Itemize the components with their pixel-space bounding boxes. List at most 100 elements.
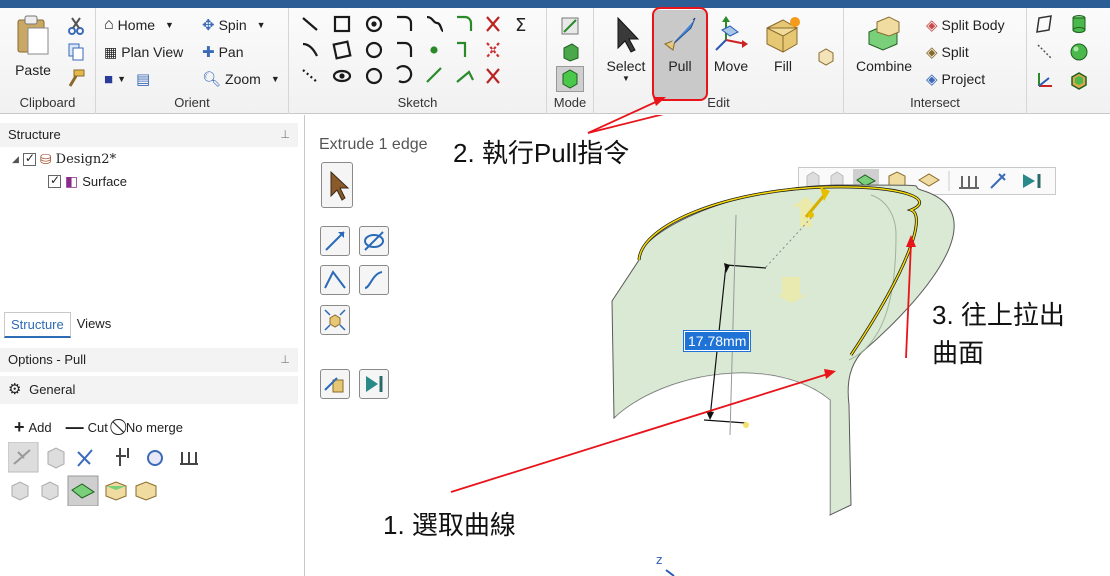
visibility-checkbox[interactable] xyxy=(22,151,36,166)
plan-view-button[interactable]: ▦ Plan View xyxy=(104,41,183,63)
chevron-down-icon: ▼ xyxy=(622,74,630,83)
mode-group-label: Mode xyxy=(553,95,587,110)
edit-group-label: Edit xyxy=(707,95,730,110)
title-bar-strip xyxy=(0,0,1110,8)
gear-icon: ⚙ xyxy=(8,381,22,398)
sketch-group-label: Sketch xyxy=(397,95,438,110)
edit-group: Select ▼ Pull Move Fill Edit xyxy=(594,8,844,114)
zoom-button[interactable]: 🔍︎ Zoom ▼ xyxy=(202,68,280,90)
fill-button[interactable]: Fill xyxy=(758,14,808,74)
chevron-down-icon: ▼ xyxy=(165,20,174,30)
pin-icon[interactable]: ⊥ xyxy=(280,348,290,372)
ribbon: Paste Clipboard ⌂ Home ▼ ▦ Plan View ■ ▼… xyxy=(0,8,1110,114)
annotation-step-2: 2. 執行Pull指令 xyxy=(453,138,630,168)
split-body-button[interactable]: ◈ Split Body xyxy=(926,14,1005,36)
cylinder-icon[interactable] xyxy=(1069,14,1089,34)
surface-icon: ◧ xyxy=(65,173,79,189)
dimension-input[interactable]: 17.78mm xyxy=(682,330,752,352)
add-option[interactable]: + Add xyxy=(14,417,52,438)
create-group xyxy=(1027,8,1110,114)
combine-button[interactable]: Combine xyxy=(852,14,916,74)
orient-group-label: Orient xyxy=(174,95,210,110)
general-section-header[interactable]: ⚙ General xyxy=(0,376,298,404)
zoom-icon: 🔍︎ xyxy=(202,71,222,88)
no-merge-option[interactable]: ⃠No merge xyxy=(122,419,183,437)
3d-viewport[interactable]: Extrude 1 edge z 17.78mm 2. 執行Pull指令 3. … xyxy=(306,115,1110,576)
anchor-point[interactable] xyxy=(743,422,749,428)
tree-item-surface[interactable]: ◧ Surface xyxy=(48,173,127,190)
mode-group: Mode xyxy=(547,8,594,114)
plane-icon[interactable] xyxy=(1035,14,1055,34)
options-panel-header: Options - Pull ⊥ xyxy=(0,348,298,372)
cube-view-icon: ■ xyxy=(104,70,114,88)
spin-icon: ✥ xyxy=(202,17,215,34)
origin-icon[interactable] xyxy=(1035,70,1055,90)
structure-panel-header: Structure ⊥ xyxy=(0,123,298,147)
visibility-checkbox[interactable] xyxy=(48,173,61,188)
clipboard-group-label: Clipboard xyxy=(19,95,76,110)
intersect-group: Combine ◈ Split Body ◈ Split ◈ Project I… xyxy=(844,8,1027,114)
cut-icon[interactable] xyxy=(66,16,86,36)
pull-icon xyxy=(663,17,696,51)
pan-icon: ✚ xyxy=(202,44,215,61)
paste-icon xyxy=(17,15,49,55)
shell-body-icon[interactable] xyxy=(1069,70,1089,90)
annotation-step-1: 1. 選取曲線 xyxy=(383,510,516,540)
fill-icon xyxy=(766,17,800,53)
intersect-group-label: Intersect xyxy=(910,95,960,110)
copy-icon[interactable] xyxy=(66,42,86,62)
spin-button[interactable]: ✥ Spin ▼ xyxy=(202,14,266,36)
orient-group: ⌂ Home ▼ ▦ Plan View ■ ▼ ▤ ✥ Spin ▼ ✚ Pan … xyxy=(96,8,289,114)
pin-icon[interactable]: ⊥ xyxy=(280,123,290,147)
select-arrow-icon xyxy=(617,16,640,53)
home-button[interactable]: ⌂ Home ▼ xyxy=(104,14,174,36)
section-mode-icon[interactable] xyxy=(560,42,580,62)
select-button[interactable]: Select ▼ xyxy=(602,14,650,83)
expand-icon[interactable]: ◢ xyxy=(12,154,19,165)
split-body-icon: ◈ xyxy=(926,17,938,34)
3d-mode-icon xyxy=(562,69,578,89)
cut-option[interactable]: — Cut xyxy=(66,417,108,438)
sketch-tools-icon-grid[interactable]: Σ xyxy=(297,12,542,92)
surface-body[interactable] xyxy=(611,184,955,516)
panel-tabs: Structure Views xyxy=(4,312,117,338)
chevron-down-icon: ▼ xyxy=(270,74,280,84)
chevron-down-icon: ▼ xyxy=(117,74,126,84)
plan-view-icon: ▦ xyxy=(104,43,118,60)
home-icon: ⌂ xyxy=(104,16,114,33)
pull-options-icons[interactable] xyxy=(8,442,208,506)
plus-icon: + xyxy=(14,417,25,437)
tab-views[interactable]: Views xyxy=(71,312,117,338)
tab-structure[interactable]: Structure xyxy=(4,312,71,338)
pan-button[interactable]: ✚ Pan xyxy=(202,41,244,63)
pull-mode-options: +Add —Cut ⃠No merge xyxy=(14,417,183,438)
paste-button[interactable]: Paste xyxy=(8,14,58,78)
sketch-mode-icon[interactable] xyxy=(560,16,580,36)
layers-icon: ▤ xyxy=(135,71,151,88)
view-cube-button[interactable]: ■ ▼ ▤ xyxy=(104,68,150,90)
z-axis-label: z xyxy=(656,553,662,567)
project-icon: ◈ xyxy=(926,71,938,88)
sigma-icon: Σ xyxy=(515,15,526,36)
move-icon xyxy=(715,16,748,51)
split-button[interactable]: ◈ Split xyxy=(926,41,969,63)
tree-item-root[interactable]: ◢ ⛁ Design2* xyxy=(12,151,116,168)
move-button[interactable]: Move xyxy=(708,14,754,74)
axis-line-icon[interactable] xyxy=(1035,42,1055,62)
project-button[interactable]: ◈ Project xyxy=(926,68,985,90)
combine-icon xyxy=(868,16,900,51)
annotation-step-3-line1: 3. 往上拉出 xyxy=(932,300,1065,330)
minus-icon: — xyxy=(65,417,84,437)
pull-button[interactable]: Pull xyxy=(654,14,706,74)
format-painter-icon[interactable] xyxy=(66,68,86,88)
3d-mode-button[interactable] xyxy=(556,66,584,92)
annotation-arrow-2 xyxy=(587,115,664,134)
chevron-down-icon: ▼ xyxy=(256,20,266,30)
annotation-step-3-line2: 曲面 xyxy=(932,338,985,368)
split-icon: ◈ xyxy=(926,44,938,61)
shell-icon[interactable] xyxy=(816,46,836,66)
sphere-icon[interactable] xyxy=(1069,42,1089,62)
design-icon: ⛁ xyxy=(39,151,52,167)
left-panel: Structure ⊥ ◢ ⛁ Design2* ◧ Surface Struc… xyxy=(0,115,305,576)
clipboard-group: Paste Clipboard xyxy=(0,8,96,114)
